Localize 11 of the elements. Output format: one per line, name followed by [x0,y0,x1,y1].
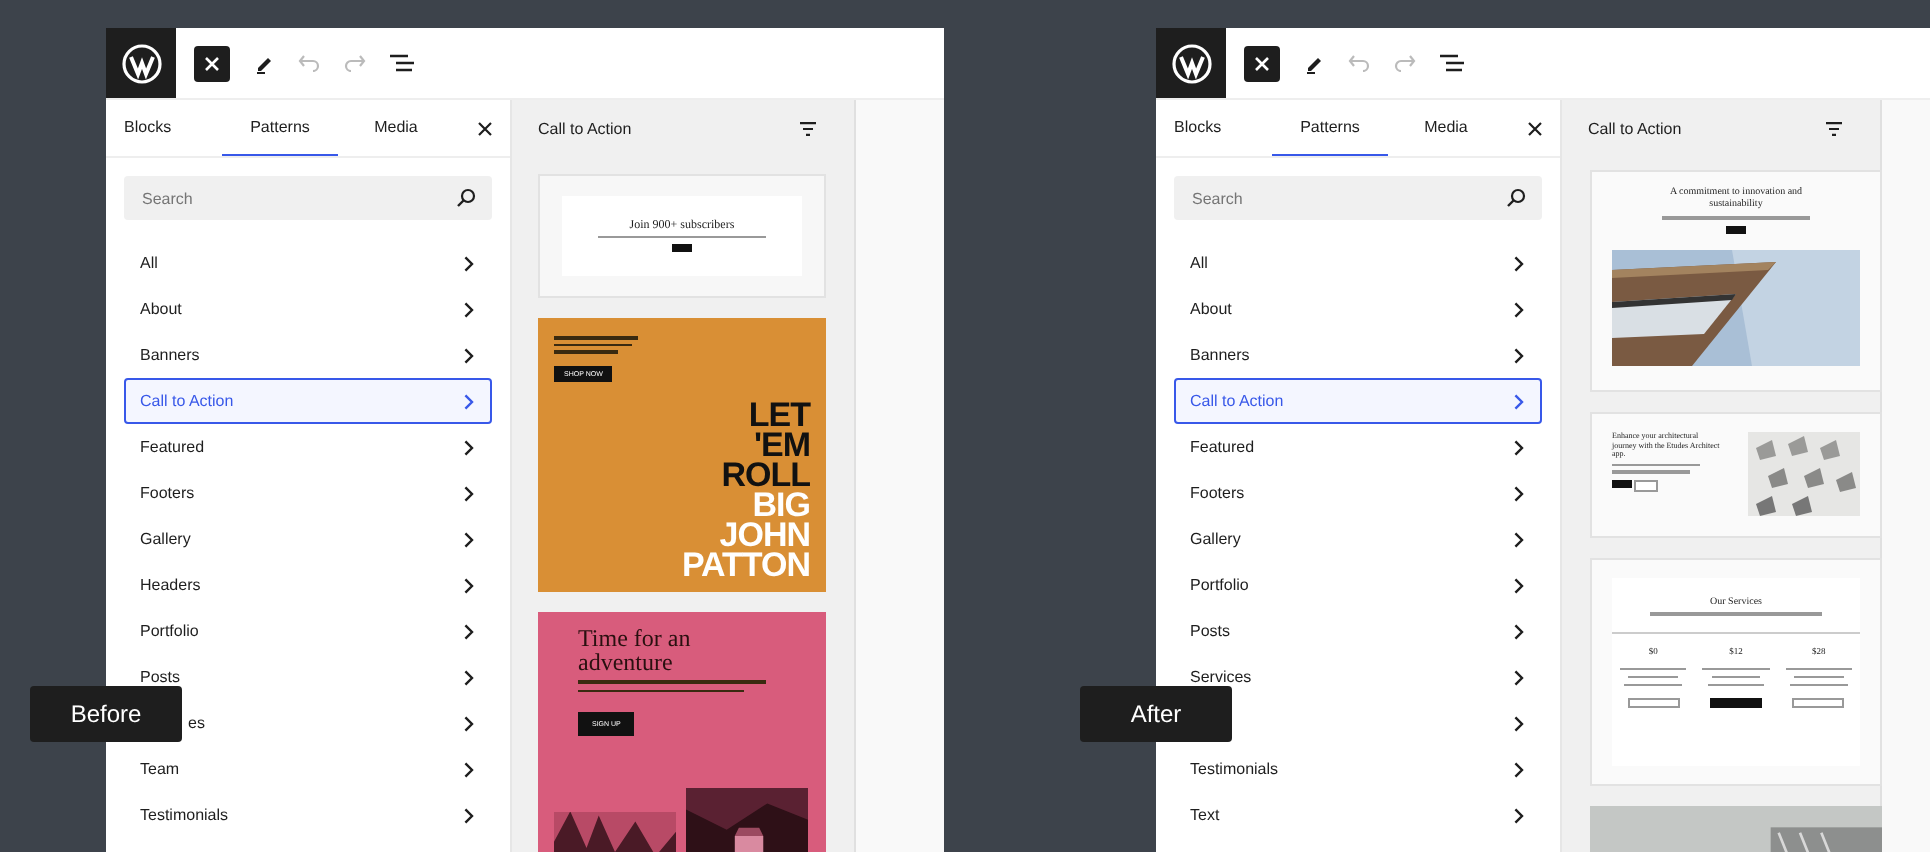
caption-tooltip: After [1080,686,1232,742]
panel-title: Call to Action [1588,119,1682,137]
pattern-heading: Time for an adventure [578,626,693,674]
album-title-line: ROLL [721,460,810,490]
caption-tooltip: Before [30,686,182,742]
album-title-line: 'EM [753,430,810,460]
album-title-line: JOHN [719,520,810,550]
album-title-line: BIG [752,490,810,520]
album-title-line: PATTON [681,550,810,580]
album-title-line: LET [748,400,810,430]
panel-title: Call to Action [538,119,632,137]
